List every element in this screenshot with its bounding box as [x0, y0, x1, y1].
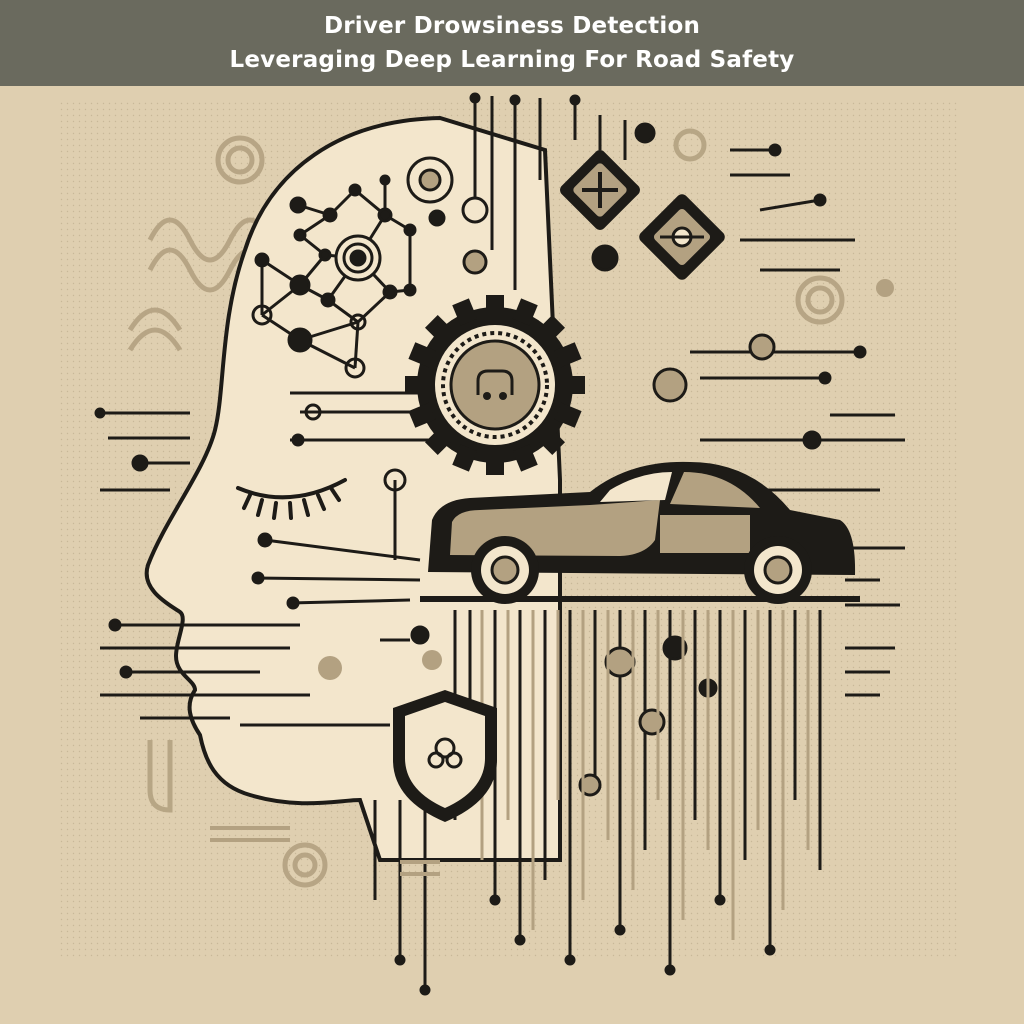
banner-subtitle: Leveraging Deep Learning For Road Safety — [229, 47, 795, 73]
title-banner: Driver Drowsiness Detection Leveraging D… — [0, 0, 1024, 86]
illustration — [0, 86, 1024, 1024]
gear-icon — [405, 295, 585, 475]
banner-title: Driver Drowsiness Detection — [323, 13, 701, 39]
